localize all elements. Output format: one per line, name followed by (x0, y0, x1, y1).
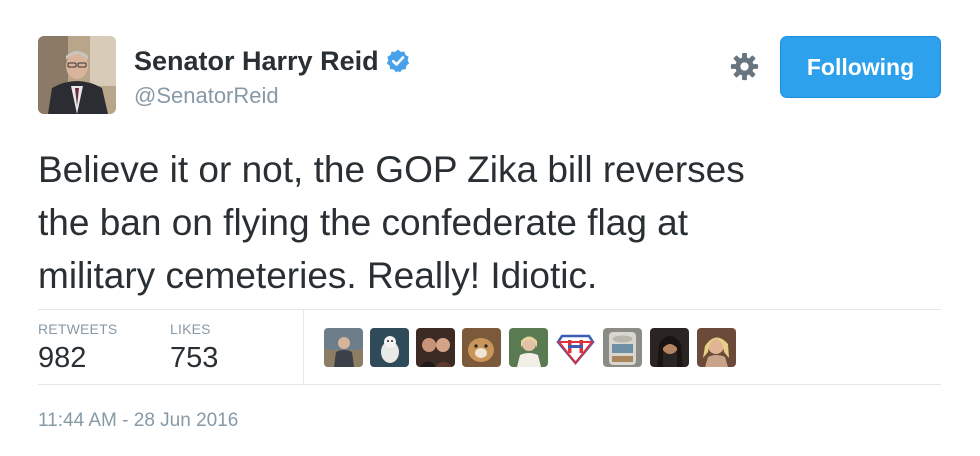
verified-badge-icon (386, 49, 409, 73)
liker-avatar[interactable] (603, 328, 642, 367)
tweet-text: Believe it or not, the GOP Zika bill rev… (38, 143, 938, 302)
liker-avatar[interactable] (370, 328, 409, 367)
liker-avatar[interactable] (462, 328, 501, 367)
liker-avatar-3 (416, 328, 455, 367)
liker-avatar-1 (324, 328, 363, 367)
retweets-label: RETWEETS (38, 321, 118, 337)
stats-separator (303, 310, 304, 384)
gear-icon[interactable] (729, 51, 760, 82)
liker-avatar-6 (556, 328, 595, 367)
liker-avatar[interactable] (697, 328, 736, 367)
tweet-timestamp[interactable]: 11:44 AM - 28 Jun 2016 (38, 409, 238, 433)
liker-avatar-2 (370, 328, 409, 367)
tweet-text-line: military cemeteries. Really! Idiotic. (38, 255, 598, 296)
liker-avatar-4 (462, 328, 501, 367)
tweet-text-line: the ban on flying the confederate flag a… (38, 202, 689, 243)
likes-count: 753 (170, 342, 219, 374)
avatar-photo (38, 36, 116, 114)
user-handle[interactable]: @SenatorReid (134, 82, 279, 110)
liker-avatar[interactable] (509, 328, 548, 367)
likes-label: LIKES (170, 321, 211, 337)
retweets-count: 982 (38, 342, 87, 374)
tweet-text-line: Believe it or not, the GOP Zika bill rev… (38, 149, 745, 190)
liker-avatar[interactable] (650, 328, 689, 367)
stats-top-divider (38, 309, 941, 310)
profile-avatar[interactable] (38, 36, 116, 114)
liker-avatar-7 (603, 328, 642, 367)
stats-bottom-divider (38, 384, 941, 385)
display-name-row[interactable]: Senator Harry Reid (134, 44, 411, 78)
liker-avatar[interactable] (556, 328, 595, 367)
liker-avatar-8 (650, 328, 689, 367)
likes-stat[interactable]: LIKES 753 (170, 321, 218, 375)
liker-avatar[interactable] (324, 328, 363, 367)
display-name[interactable]: Senator Harry Reid (134, 44, 379, 78)
retweets-stat[interactable]: RETWEETS 982 (38, 321, 117, 375)
following-button[interactable]: Following (780, 36, 941, 98)
liker-avatar-5 (509, 328, 548, 367)
liker-avatar-9 (697, 328, 736, 367)
liker-avatar[interactable] (416, 328, 455, 367)
